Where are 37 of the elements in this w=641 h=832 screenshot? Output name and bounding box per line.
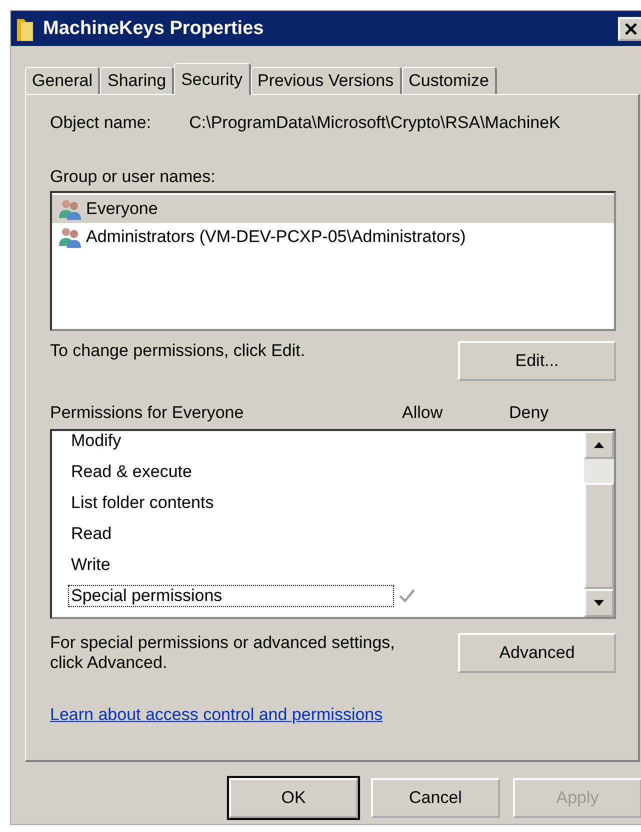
permission-name: Read & execute	[70, 460, 193, 482]
window-title: MachineKeys Properties	[43, 18, 265, 40]
permission-name: Write	[70, 554, 112, 576]
permission-name: Special permissions	[68, 584, 394, 606]
up-arrow-icon	[594, 442, 604, 448]
help-link[interactable]: Learn about access control and permissions	[50, 705, 383, 724]
permission-name: Read	[70, 522, 113, 544]
down-arrow-icon	[594, 600, 604, 606]
user-list-item[interactable]: Administrators (VM-DEV-PCXP-05\Administrators)	[52, 223, 614, 251]
scroll-up-button[interactable]	[584, 431, 614, 459]
column-header: Deny	[509, 403, 549, 423]
close-button[interactable]	[618, 16, 641, 40]
tab[interactable]: Previous Versions	[250, 67, 402, 94]
tab[interactable]: Security	[174, 63, 251, 95]
tab[interactable]: Customize	[402, 67, 497, 94]
scroll-down-button[interactable]	[584, 589, 614, 617]
permission-name: List folder contents	[70, 492, 215, 514]
user-list-item[interactable]: Everyone	[52, 195, 614, 223]
hint-text: To change permissions, click Edit.	[50, 341, 306, 361]
object-path: C:\ProgramData\Microsoft\Crypto\RSA\MachineK	[189, 113, 560, 133]
permission-name: Modify	[70, 430, 122, 452]
users-icon	[58, 226, 82, 248]
hint-text: For special permissions or advanced settings, click Advanced.	[50, 633, 396, 673]
scrollbar[interactable]	[584, 431, 614, 617]
tab[interactable]: Sharing	[100, 67, 174, 94]
dialog-button[interactable]: Cancel	[371, 778, 500, 818]
close-icon	[624, 22, 638, 36]
scroll-thumb[interactable]	[584, 483, 614, 589]
edit-button[interactable]: Edit...	[458, 341, 616, 381]
section-label: Permissions for Everyone	[50, 403, 245, 423]
users-icon	[58, 198, 82, 220]
advanced-button[interactable]: Advanced	[458, 633, 616, 673]
column-header: Allow	[402, 403, 444, 423]
section-label: Group or user names:	[50, 167, 216, 187]
field-label: Object name:	[50, 113, 152, 133]
dialog-button[interactable]: OK	[229, 778, 358, 818]
tab[interactable]: General	[25, 67, 100, 94]
